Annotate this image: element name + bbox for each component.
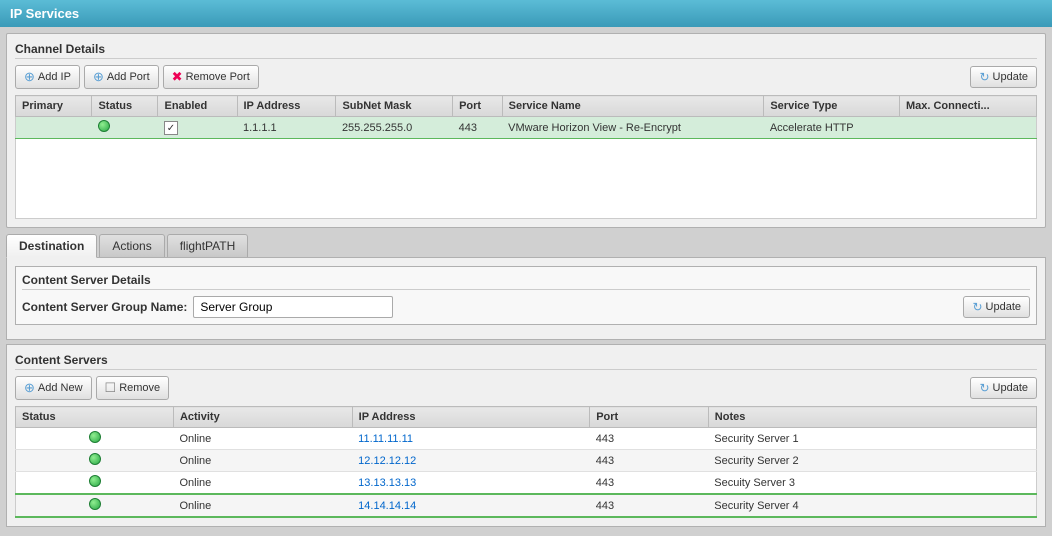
cell-ip: 1.1.1.1 (237, 117, 336, 139)
cell-enabled (158, 117, 237, 139)
col-status: Status (92, 96, 158, 117)
cell-port: 443 (590, 472, 709, 495)
tab-flightpath[interactable]: flightPATH (167, 234, 249, 257)
cell-ip: 14.14.14.14 (352, 494, 590, 517)
content-server-details-title: Content Server Details (22, 273, 1030, 290)
add-ip-icon: ⊕ (24, 69, 35, 85)
cell-service-type: Accelerate HTTP (764, 117, 900, 139)
remove-port-button[interactable]: ✖ Remove Port (163, 65, 259, 89)
update-icon: ↻ (979, 70, 989, 84)
cell-ip: 12.12.12.12 (352, 450, 590, 472)
cell-primary (16, 117, 92, 139)
add-ip-button[interactable]: ⊕ Add IP (15, 65, 80, 89)
channel-details-table: Primary Status Enabled IP Address SubNet… (15, 95, 1037, 139)
cell-status (16, 494, 174, 517)
add-new-icon: ⊕ (24, 380, 35, 396)
cs-col-port: Port (590, 407, 709, 428)
content-servers-header-row: Status Activity IP Address Port Notes (16, 407, 1037, 428)
status-indicator (89, 453, 101, 465)
checkbox-check-icon (167, 122, 175, 134)
remove-button[interactable]: ☐ Remove (96, 376, 170, 400)
cell-status (16, 472, 174, 495)
cell-activity: Online (173, 472, 352, 495)
cell-service-name: VMware Horizon View - Re-Encrypt (502, 117, 764, 139)
group-name-label: Content Server Group Name: (22, 300, 187, 314)
cs-col-status: Status (16, 407, 174, 428)
cs-col-notes: Notes (708, 407, 1036, 428)
cell-activity: Online (173, 450, 352, 472)
cell-port: 443 (590, 428, 709, 450)
cell-port: 443 (590, 450, 709, 472)
col-max-connections: Max. Connecti... (899, 96, 1036, 117)
channel-table-empty-space (15, 139, 1037, 219)
cell-subnet: 255.255.255.0 (336, 117, 453, 139)
cell-notes: Secuity Server 3 (708, 472, 1036, 495)
channel-details-section: Channel Details ⊕ Add IP ⊕ Add Port ✖ Re… (6, 33, 1046, 228)
cell-status (92, 117, 158, 139)
cell-max-connections (899, 117, 1036, 139)
channel-details-toolbar: ⊕ Add IP ⊕ Add Port ✖ Remove Port ↻ Upda… (15, 65, 1037, 89)
content-server-details-box: Content Server Details Content Server Gr… (15, 266, 1037, 325)
destination-tab-content: Content Server Details Content Server Gr… (6, 257, 1046, 340)
col-subnet-mask: SubNet Mask (336, 96, 453, 117)
content-servers-table: Status Activity IP Address Port Notes On… (15, 406, 1037, 518)
add-port-button[interactable]: ⊕ Add Port (84, 65, 159, 89)
update-icon-2: ↻ (972, 300, 982, 314)
add-new-button[interactable]: ⊕ Add New (15, 376, 92, 400)
add-port-icon: ⊕ (93, 69, 104, 85)
col-service-name: Service Name (502, 96, 764, 117)
table-row[interactable]: Online 11.11.11.11 443 Security Server 1 (16, 428, 1037, 450)
tab-actions[interactable]: Actions (99, 234, 164, 257)
table-row[interactable]: Online 12.12.12.12 443 Security Server 2 (16, 450, 1037, 472)
cell-activity: Online (173, 428, 352, 450)
status-indicator (89, 475, 101, 487)
content-servers-section: Content Servers ⊕ Add New ☐ Remove ↻ Upd… (6, 344, 1046, 527)
remove-icon: ☐ (105, 380, 117, 396)
page-wrapper: IP Services Channel Details ⊕ Add IP ⊕ A… (0, 0, 1052, 536)
col-service-type: Service Type (764, 96, 900, 117)
status-indicator (89, 431, 101, 443)
title-bar: IP Services (0, 0, 1052, 27)
cs-col-activity: Activity (173, 407, 352, 428)
col-enabled: Enabled (158, 96, 237, 117)
group-name-input[interactable] (193, 296, 393, 318)
col-port: Port (453, 96, 503, 117)
enabled-checkbox[interactable] (164, 121, 178, 135)
status-indicator (98, 120, 110, 132)
channel-update-button[interactable]: ↻ Update (970, 66, 1037, 88)
tabs-area: Destination Actions flightPATH Content S… (6, 234, 1046, 340)
col-ip-address: IP Address (237, 96, 336, 117)
cell-notes: Security Server 2 (708, 450, 1036, 472)
cell-port: 443 (590, 494, 709, 517)
cs-col-ip-address: IP Address (352, 407, 590, 428)
cell-notes: Security Server 4 (708, 494, 1036, 517)
table-row[interactable]: Online 14.14.14.14 443 Security Server 4 (16, 494, 1037, 517)
table-row[interactable]: 1.1.1.1 255.255.255.0 443 VMware Horizon… (16, 117, 1037, 139)
col-primary: Primary (16, 96, 92, 117)
tabs-header: Destination Actions flightPATH (6, 234, 1046, 257)
channel-table-header-row: Primary Status Enabled IP Address SubNet… (16, 96, 1037, 117)
content-server-details-update-button[interactable]: ↻ Update (963, 296, 1030, 318)
content-servers-update-button[interactable]: ↻ Update (970, 377, 1037, 399)
cell-status (16, 428, 174, 450)
content-servers-title: Content Servers (15, 353, 1037, 370)
cell-notes: Security Server 1 (708, 428, 1036, 450)
cell-activity: Online (173, 494, 352, 517)
remove-port-icon: ✖ (172, 69, 183, 85)
cell-ip: 13.13.13.13 (352, 472, 590, 495)
tab-destination[interactable]: Destination (6, 234, 97, 258)
app-title: IP Services (10, 6, 79, 21)
status-indicator (89, 498, 101, 510)
table-row[interactable]: Online 13.13.13.13 443 Secuity Server 3 (16, 472, 1037, 495)
channel-details-title: Channel Details (15, 42, 1037, 59)
content-servers-toolbar: ⊕ Add New ☐ Remove ↻ Update (15, 376, 1037, 400)
cell-status (16, 450, 174, 472)
update-icon-3: ↻ (979, 381, 989, 395)
cell-port: 443 (453, 117, 503, 139)
cell-ip: 11.11.11.11 (352, 428, 590, 450)
